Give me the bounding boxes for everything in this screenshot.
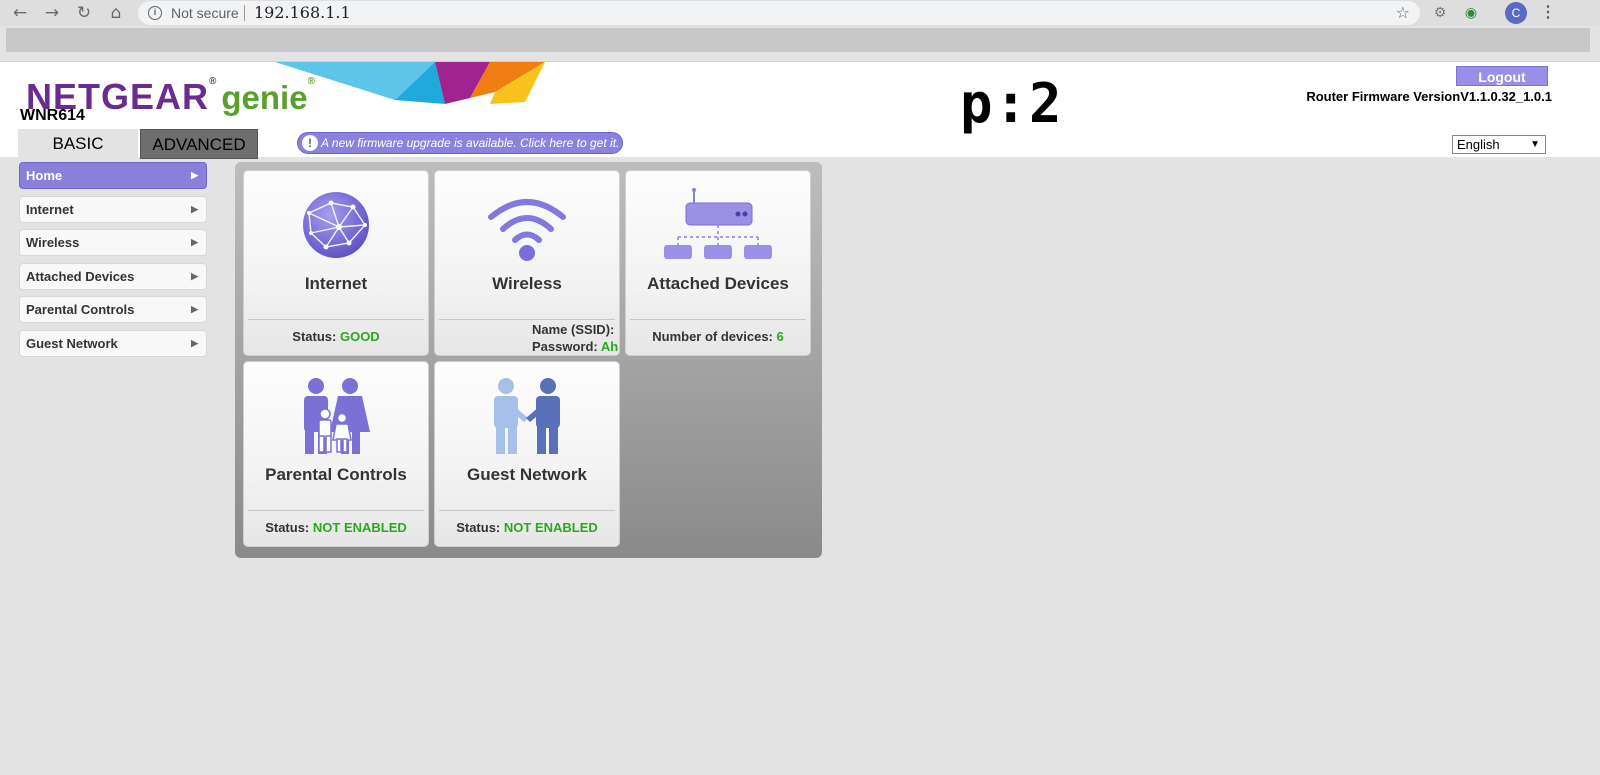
page-header: NETGEAR® genie® WNR614 p:2 Logout Router …	[0, 61, 1600, 159]
caret-right-icon: ▶	[191, 270, 198, 281]
tile-divider	[248, 510, 424, 511]
tile-divider	[248, 319, 424, 320]
caret-right-icon: ▶	[191, 203, 198, 214]
internet-tile[interactable]: Internet Status: GOOD	[243, 170, 429, 356]
sidebar-item-label: Home	[26, 168, 63, 183]
browser-toolbar: ← → ↻ ⌂ i Not secure 192.168.1.1 ☆ ⚙ ◉ C…	[0, 0, 1600, 26]
handshake-icon	[494, 378, 560, 454]
ssid-label: Name (SSID):	[532, 322, 615, 337]
sidebar-item-home[interactable]: Home ▶	[19, 162, 207, 189]
guest-status: Status: NOT ENABLED	[435, 520, 619, 535]
avatar[interactable]: C	[1505, 2, 1527, 24]
wifi-icon	[488, 199, 566, 261]
globe-icon	[303, 192, 369, 258]
decorative-triangles	[275, 62, 545, 104]
status-value: NOT ENABLED	[503, 520, 598, 535]
router-icon	[664, 188, 772, 259]
reload-icon[interactable]: ↻	[74, 3, 94, 23]
attached-devices-tile[interactable]: Attached Devices Number of devices: 6	[625, 170, 811, 356]
bookmark-bar	[6, 28, 1590, 52]
menu-icon[interactable]: ⋮	[1540, 2, 1556, 22]
tile-divider	[630, 319, 806, 320]
caret-right-icon: ▶	[191, 337, 198, 348]
address-bar[interactable]: i Not secure 192.168.1.1 ☆	[138, 1, 1420, 25]
sidebar-item-guest-network[interactable]: Guest Network ▶	[19, 329, 207, 357]
tile-title: Wireless	[492, 274, 562, 293]
language-select[interactable]: English ▼	[1452, 135, 1546, 154]
sidebar-item-parental-controls[interactable]: Parental Controls ▶	[19, 296, 207, 323]
caret-right-icon: ▶	[191, 170, 198, 180]
address-divider	[244, 5, 245, 21]
alert-icon: !	[302, 135, 318, 151]
globe-extension-icon[interactable]: ◉	[1461, 3, 1481, 23]
parental-controls-tile[interactable]: Parental Controls Status: NOT ENABLED	[243, 361, 429, 547]
model-name: WNR614	[20, 107, 85, 124]
status-value: GOOD	[339, 329, 380, 344]
guest-network-tile[interactable]: Guest Network Status: NOT ENABLED	[434, 361, 620, 547]
brand-reg-mark: ®	[209, 76, 218, 87]
info-icon[interactable]: i	[148, 6, 162, 20]
sidebar-item-internet[interactable]: Internet ▶	[19, 195, 207, 223]
status-label: Status:	[292, 329, 337, 344]
dashboard-panel: Internet Status: GOOD Wireless Name (SSI…	[235, 162, 822, 558]
wireless-tile[interactable]: Wireless Name (SSID): Password: Ah	[434, 170, 620, 356]
caret-right-icon: ▶	[191, 237, 198, 247]
caret-right-icon: ▶	[191, 304, 198, 314]
language-value: English	[1457, 137, 1500, 152]
tab-basic[interactable]: BASIC	[18, 129, 138, 159]
tile-title: Guest Network	[467, 465, 587, 484]
url-text[interactable]: 192.168.1.1	[254, 3, 351, 22]
sidebar-item-label: Guest Network	[26, 335, 118, 351]
wireless-credentials: Name (SSID): Password: Ah	[532, 321, 620, 355]
status-value: NOT ENABLED	[312, 520, 407, 535]
sidebar-item-attached-devices[interactable]: Attached Devices ▶	[19, 262, 207, 290]
device-count: Number of devices: 6	[626, 329, 810, 344]
back-arrow-icon[interactable]: ←	[10, 3, 30, 23]
parental-status: Status: NOT ENABLED	[244, 520, 428, 535]
sidebar-item-label: Attached Devices	[26, 268, 135, 284]
tile-title: Parental Controls	[265, 465, 407, 484]
forward-arrow-icon[interactable]: →	[42, 3, 62, 23]
firmware-notice-link[interactable]: ! A new firmware upgrade is available. C…	[297, 132, 623, 154]
chevron-down-icon: ▼	[1530, 139, 1540, 150]
password-label: Password:	[532, 339, 598, 354]
firmware-version: Router Firmware VersionV1.1.0.32_1.0.1	[1306, 89, 1552, 104]
count-value: 6	[776, 329, 784, 344]
family-icon	[304, 378, 370, 454]
count-label: Number of devices:	[652, 329, 773, 344]
status-label: Status:	[265, 520, 310, 535]
security-label[interactable]: Not secure	[171, 5, 239, 21]
tile-title: Attached Devices	[647, 274, 789, 293]
logout-button[interactable]: Logout	[1456, 66, 1548, 86]
extension-icon[interactable]: ⚙	[1430, 3, 1450, 23]
tile-divider	[439, 510, 615, 511]
status-label: Status:	[456, 520, 501, 535]
sidebar: Home ▶ Internet ▶ Wireless ▶ Attached Devic…	[19, 162, 207, 363]
internet-status: Status: GOOD	[244, 329, 428, 344]
sidebar-item-wireless[interactable]: Wireless ▶	[19, 229, 207, 256]
firmware-notice-text[interactable]: A new firmware upgrade is available. Cli…	[321, 136, 619, 150]
star-icon[interactable]: ☆	[1396, 3, 1410, 22]
sidebar-item-label: Parental Controls	[26, 302, 135, 317]
tile-divider	[439, 319, 615, 320]
password-value: Ah	[600, 339, 619, 354]
home-icon[interactable]: ⌂	[106, 3, 126, 23]
sidebar-item-label: Internet	[26, 201, 74, 217]
password-row: Password: Ah	[532, 338, 620, 355]
sidebar-item-label: Wireless	[26, 235, 80, 250]
overlay-label: p:2	[960, 72, 1064, 135]
tile-title: Internet	[304, 274, 368, 293]
tab-advanced[interactable]: ADVANCED	[140, 129, 258, 159]
